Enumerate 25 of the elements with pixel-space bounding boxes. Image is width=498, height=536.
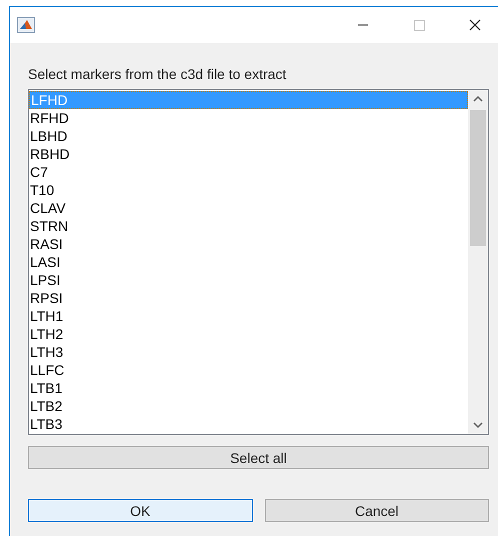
app-icon — [17, 17, 35, 33]
list-item[interactable]: LASI — [29, 253, 468, 271]
list-item[interactable]: T10 — [29, 181, 468, 199]
list-item[interactable]: LTH1 — [29, 307, 468, 325]
select-all-button[interactable]: Select all — [28, 446, 489, 469]
cancel-button[interactable]: Cancel — [264, 499, 489, 522]
list-item[interactable]: RASI — [29, 235, 468, 253]
list-item[interactable]: CLAV — [29, 199, 468, 217]
list-item[interactable]: STRN — [29, 217, 468, 235]
list-item[interactable]: RFHD — [29, 109, 468, 127]
list-item[interactable]: RPSI — [29, 289, 468, 307]
scroll-thumb[interactable] — [470, 110, 486, 246]
list-item[interactable]: LTB1 — [29, 379, 468, 397]
list-item[interactable]: LPSI — [29, 271, 468, 289]
list-item[interactable]: LTB2 — [29, 397, 468, 415]
scrollbar[interactable] — [468, 90, 488, 434]
list-item[interactable]: RBHD — [29, 145, 468, 163]
list-item[interactable]: LTH2 — [29, 325, 468, 343]
list-item[interactable]: LLFC — [29, 361, 468, 379]
list-item[interactable]: LTB3 — [29, 415, 468, 433]
ok-button[interactable]: OK — [28, 499, 252, 522]
list-item[interactable]: LBHD — [29, 127, 468, 145]
list-item[interactable]: C7 — [29, 163, 468, 181]
list-item[interactable]: LTH3 — [29, 343, 468, 361]
prompt-text: Select markers from the c3d file to extract — [28, 65, 288, 83]
